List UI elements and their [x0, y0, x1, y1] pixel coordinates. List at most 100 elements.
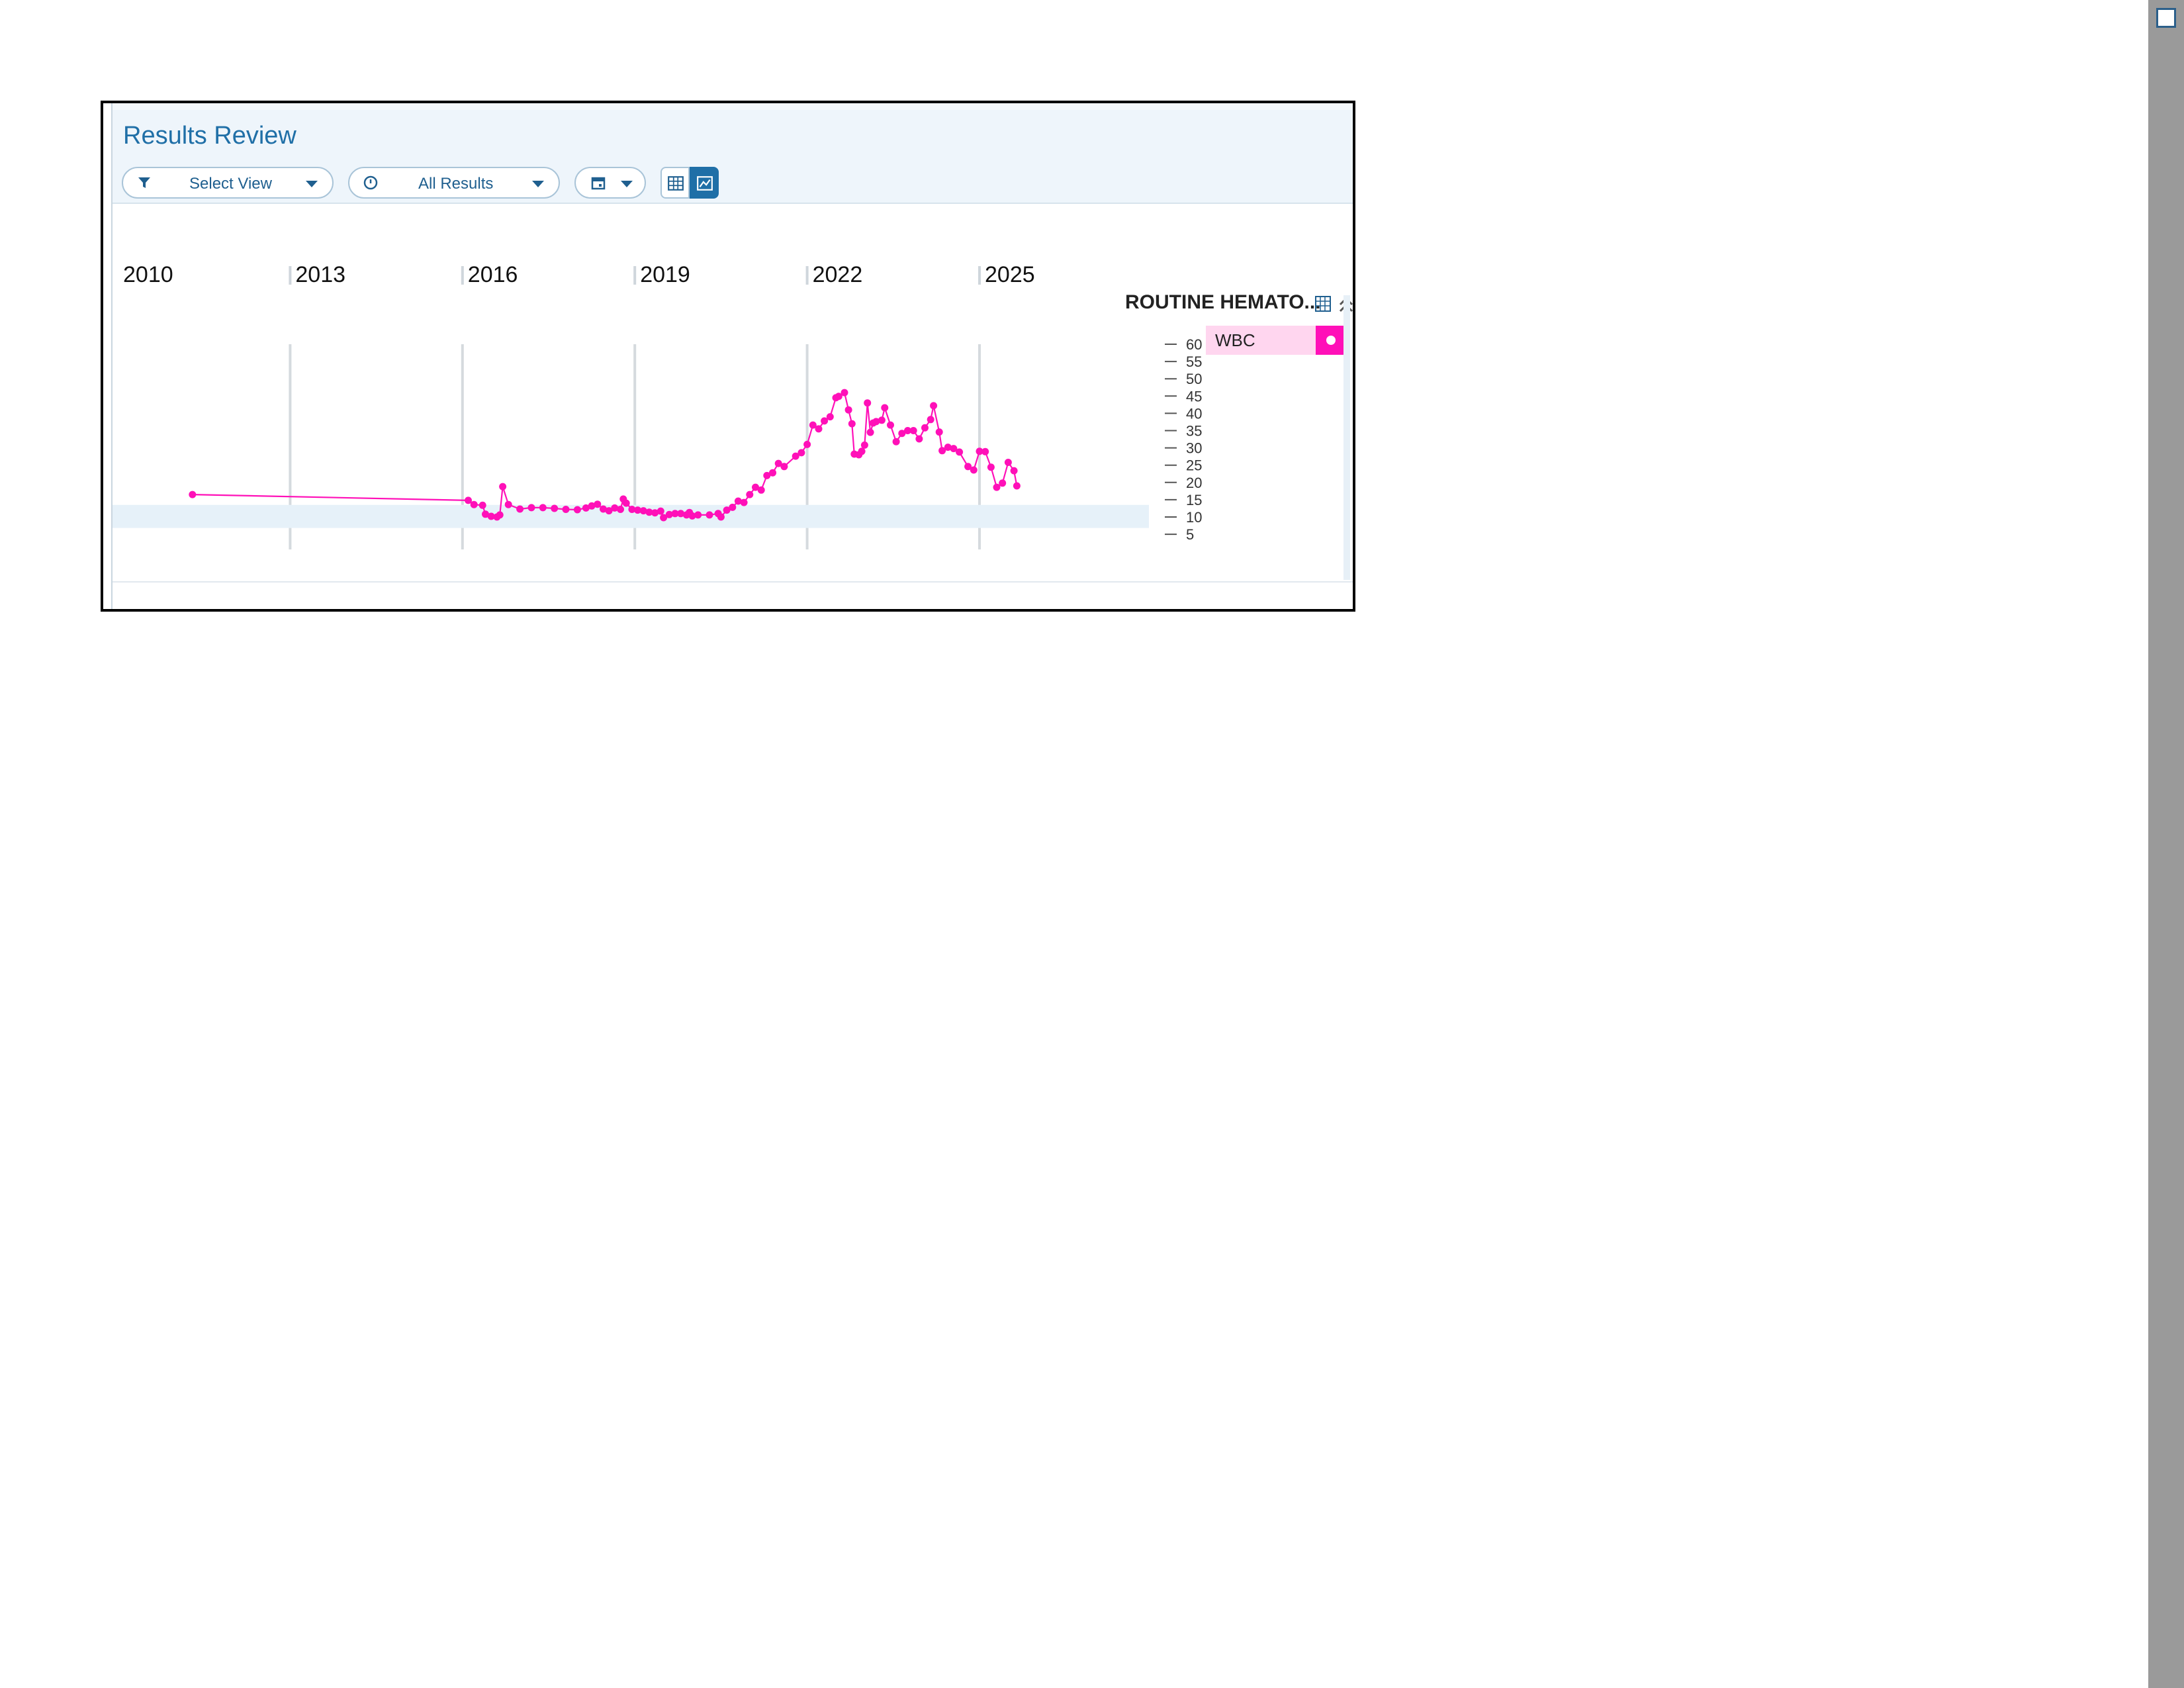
- chart-icon: [697, 176, 713, 191]
- filter-icon: [138, 177, 150, 188]
- select-view-label: Select View: [189, 175, 272, 193]
- data-point[interactable]: [657, 507, 664, 515]
- data-point[interactable]: [841, 389, 848, 397]
- data-point[interactable]: [844, 406, 852, 414]
- data-point[interactable]: [499, 483, 507, 491]
- data-point[interactable]: [594, 500, 602, 508]
- data-point[interactable]: [887, 421, 894, 429]
- data-point[interactable]: [527, 504, 535, 512]
- data-point[interactable]: [927, 416, 934, 424]
- data-point[interactable]: [1004, 459, 1012, 466]
- data-point[interactable]: [892, 438, 900, 445]
- data-point[interactable]: [915, 435, 923, 443]
- x-tick-label: 2013: [295, 262, 345, 287]
- series-line-wbc: [192, 391, 1018, 519]
- legend-scrollbar[interactable]: [1343, 295, 1350, 580]
- data-point[interactable]: [1010, 467, 1018, 475]
- x-tick-label: 2025: [985, 262, 1035, 287]
- data-point[interactable]: [858, 447, 866, 455]
- data-point[interactable]: [551, 504, 559, 512]
- data-point[interactable]: [935, 428, 943, 436]
- y-tick-label: 50: [1186, 371, 1202, 387]
- data-point[interactable]: [478, 501, 486, 509]
- results-chart-area: 2010 2013 2016 2019 2022 2025 60 55 50 45 40 35 30 2…: [113, 204, 1353, 575]
- page-title: Results Review: [123, 122, 296, 150]
- chevron-down-icon: [306, 181, 318, 187]
- data-point[interactable]: [860, 441, 868, 449]
- y-tick-label: 10: [1186, 509, 1202, 526]
- y-tick-label: 40: [1186, 405, 1202, 422]
- y-tick-label: 35: [1186, 423, 1202, 440]
- data-point[interactable]: [189, 491, 197, 498]
- results-header: Results Review Select View All Results: [113, 110, 1353, 204]
- data-point[interactable]: [516, 505, 524, 513]
- data-point[interactable]: [930, 402, 938, 410]
- x-tick-label: 2022: [813, 262, 863, 287]
- data-point[interactable]: [878, 416, 886, 424]
- graph-view-button[interactable]: [690, 167, 719, 199]
- table-icon: [668, 176, 684, 191]
- y-tick-label: 55: [1186, 353, 1202, 370]
- converter-watermark-text: [2151, 38, 2177, 436]
- clock-icon: [363, 175, 378, 190]
- series-marker-icon: [1326, 336, 1336, 345]
- y-tick-label: 60: [1186, 336, 1202, 353]
- data-point[interactable]: [504, 500, 512, 508]
- data-point[interactable]: [539, 504, 547, 512]
- series-label-wbc: WBC: [1215, 330, 1255, 350]
- wbc-trend-chart: 2010 2013 2016 2019 2022 2025 605550454035302…: [113, 262, 1353, 549]
- calendar-icon: [591, 177, 606, 190]
- y-tick-label: 15: [1186, 492, 1202, 508]
- data-point[interactable]: [729, 503, 737, 511]
- data-point[interactable]: [705, 511, 713, 519]
- chevron-down-icon: [532, 181, 544, 187]
- data-point[interactable]: [769, 469, 776, 477]
- data-point[interactable]: [956, 448, 964, 456]
- data-point[interactable]: [826, 413, 834, 421]
- data-point[interactable]: [573, 506, 581, 514]
- y-tick-label: 45: [1186, 388, 1202, 404]
- results-review-panel: Results Review Select View All Results 2…: [111, 103, 1353, 609]
- select-view-dropdown[interactable]: Select View: [122, 167, 334, 199]
- date-range-button[interactable]: [574, 167, 646, 199]
- y-tick-label: 25: [1186, 457, 1202, 474]
- all-results-label: All Results: [418, 175, 494, 193]
- data-point[interactable]: [970, 466, 978, 474]
- data-point[interactable]: [694, 511, 702, 519]
- data-point[interactable]: [562, 506, 570, 513]
- table-view-button[interactable]: [660, 167, 690, 199]
- converter-logo-icon: [2156, 8, 2176, 28]
- data-point[interactable]: [864, 399, 872, 407]
- all-results-dropdown[interactable]: All Results: [348, 167, 560, 199]
- y-tick-label: 30: [1186, 440, 1202, 457]
- data-point[interactable]: [797, 449, 805, 457]
- data-point[interactable]: [815, 425, 823, 433]
- data-point[interactable]: [981, 447, 989, 455]
- data-point[interactable]: [999, 479, 1007, 487]
- data-point[interactable]: [803, 440, 811, 448]
- data-point[interactable]: [717, 513, 725, 521]
- legend-group-title: ROUTINE HEMATO...: [1125, 291, 1321, 313]
- data-point[interactable]: [470, 500, 478, 508]
- y-tick-label: 5: [1186, 526, 1194, 543]
- data-point[interactable]: [746, 491, 754, 498]
- data-point[interactable]: [848, 420, 856, 428]
- data-point[interactable]: [740, 498, 748, 506]
- data-point[interactable]: [757, 486, 765, 494]
- data-point[interactable]: [617, 506, 624, 513]
- data-point[interactable]: [987, 463, 995, 471]
- data-point[interactable]: [866, 428, 874, 436]
- data-point[interactable]: [622, 499, 630, 507]
- x-tick-label: 2016: [468, 262, 518, 287]
- screenshot-frame: Results Review Select View All Results 2…: [101, 101, 1355, 612]
- x-tick-label: 2019: [640, 262, 690, 287]
- document-converter-sidebar: [2148, 0, 2184, 1688]
- data-point[interactable]: [496, 511, 504, 519]
- data-point[interactable]: [780, 463, 788, 471]
- data-point[interactable]: [909, 427, 917, 434]
- data-point[interactable]: [921, 424, 929, 432]
- data-point[interactable]: [881, 404, 889, 412]
- chevron-down-icon: [621, 181, 633, 187]
- x-tick-label: 2010: [123, 262, 173, 287]
- data-point[interactable]: [1013, 482, 1021, 490]
